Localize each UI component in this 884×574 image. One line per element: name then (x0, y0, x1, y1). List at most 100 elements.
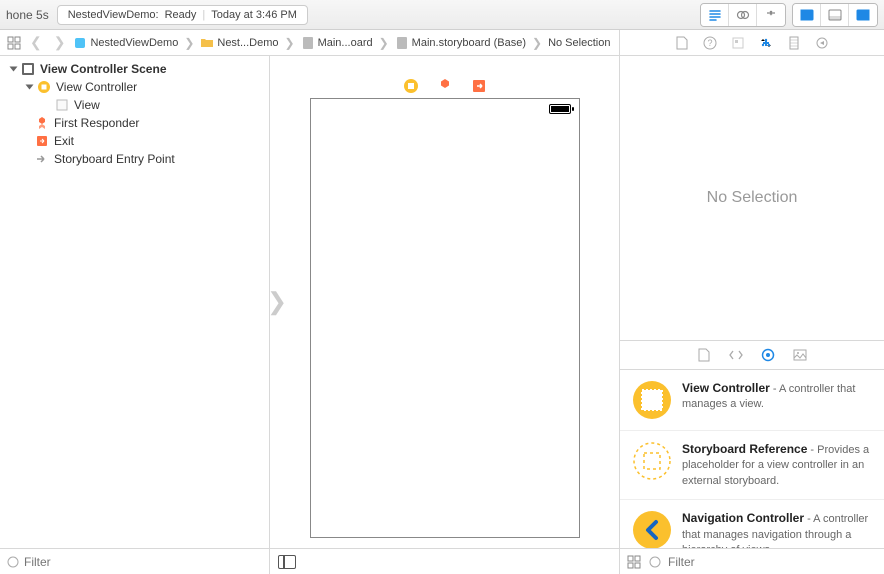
status-project: NestedViewDemo: (68, 9, 159, 21)
outline-filter-input[interactable] (24, 555, 263, 569)
nav-forward-button[interactable]: ❯ (50, 34, 70, 51)
library-item-text: Storyboard Reference - Provides a placeh… (682, 441, 872, 489)
crumb-project[interactable]: NestedViewDemo (73, 36, 178, 50)
exit-icon (34, 133, 50, 149)
object-library-list[interactable]: View Controller - A controller that mana… (620, 370, 884, 548)
crumb-separator: ❯ (285, 36, 295, 50)
editor-mode-group (700, 3, 786, 27)
scene-row[interactable]: View Controller Scene (0, 60, 269, 78)
object-library-tab[interactable] (760, 347, 776, 363)
dock-first-responder-icon[interactable] (437, 78, 453, 94)
inspector-tabs: ? (619, 30, 884, 55)
view-controller-icon (36, 79, 52, 95)
related-items-icon[interactable] (6, 35, 22, 51)
canvas-area: ❯ (270, 56, 619, 574)
crumb-project-label: NestedViewDemo (90, 37, 178, 49)
utilities-panel: No Selection View Controller - A control… (619, 56, 884, 574)
crumb-folder[interactable]: Nest...Demo (200, 36, 278, 50)
file-template-library-tab[interactable] (696, 347, 712, 363)
disclosure-triangle-icon[interactable] (8, 64, 18, 74)
dock-view-controller-icon[interactable] (403, 78, 419, 94)
library-item-text: Navigation Controller - A controller tha… (682, 510, 872, 548)
crumb-selection-label: No Selection (548, 37, 610, 49)
first-responder-icon (34, 115, 50, 131)
folder-icon (200, 36, 214, 50)
library-item-text: View Controller - A controller that mana… (682, 380, 872, 420)
library-view-controller-icon (632, 380, 672, 420)
file-inspector-tab[interactable] (674, 35, 690, 51)
connections-inspector-tab[interactable] (814, 35, 830, 51)
library-footer (620, 548, 884, 574)
scene-dock (310, 74, 580, 98)
status-separator: | (202, 9, 205, 21)
status-pill: NestedViewDemo: Ready | Today at 3:46 PM (57, 5, 308, 25)
library-item-title: Storyboard Reference (682, 442, 807, 456)
panel-toggle-group (792, 3, 878, 27)
filter-icon (648, 555, 662, 569)
entry-point-row[interactable]: Storyboard Entry Point (0, 150, 269, 168)
scene[interactable] (310, 74, 580, 538)
device-label: hone 5s (6, 8, 49, 22)
outline-resize-handle[interactable]: ❯ (267, 288, 287, 317)
crumb-folder-label: Nest...Demo (217, 37, 278, 49)
toggle-navigator-button[interactable] (793, 4, 821, 26)
outline-tree[interactable]: View Controller Scene View Controller Vi… (0, 56, 269, 548)
outline-filter-bar (0, 548, 269, 574)
toggle-debug-button[interactable] (821, 4, 849, 26)
crumb-file[interactable]: Main...oard (301, 36, 373, 50)
svg-text:?: ? (707, 38, 712, 48)
crumb-base-label: Main.storyboard (Base) (412, 37, 526, 49)
exit-label: Exit (54, 134, 74, 148)
crumb-separator: ❯ (379, 36, 389, 50)
identity-inspector-tab[interactable] (730, 35, 746, 51)
document-outline: View Controller Scene View Controller Vi… (0, 56, 270, 574)
view-controller-label: View Controller (56, 80, 137, 94)
library-item-title: View Controller (682, 381, 770, 395)
jump-bar: ❮ ❯ NestedViewDemo ❯ Nest...Demo ❯ Main.… (0, 30, 884, 56)
crumb-base[interactable]: Main.storyboard (Base) (395, 36, 526, 50)
library-item-storyboard-reference[interactable]: Storyboard Reference - Provides a placeh… (620, 431, 884, 500)
view-icon (54, 97, 70, 113)
crumb-file-label: Main...oard (318, 37, 373, 49)
quick-help-tab[interactable]: ? (702, 35, 718, 51)
attributes-inspector-tab[interactable] (758, 35, 774, 51)
library-nav-controller-icon (632, 510, 672, 548)
toggle-outline-button[interactable] (278, 555, 296, 569)
library-item-navigation-controller[interactable]: Navigation Controller - A controller tha… (620, 500, 884, 548)
view-label: View (74, 98, 100, 112)
storyboard-base-icon (395, 36, 409, 50)
library-item-view-controller[interactable]: View Controller - A controller that mana… (620, 370, 884, 431)
main-area: View Controller Scene View Controller Vi… (0, 56, 884, 574)
inspector-empty-state: No Selection (620, 56, 884, 340)
library-filter-input[interactable] (668, 555, 878, 569)
canvas-footer (270, 548, 619, 574)
simulated-status-bar (311, 99, 579, 119)
nav-back-button[interactable]: ❮ (26, 34, 46, 51)
view-row[interactable]: View (0, 96, 269, 114)
view-controller-row[interactable]: View Controller (0, 78, 269, 96)
size-inspector-tab[interactable] (786, 35, 802, 51)
library-storyboard-ref-icon (632, 441, 672, 481)
disclosure-triangle-icon[interactable] (24, 82, 34, 92)
library-item-title: Navigation Controller (682, 511, 804, 525)
no-selection-label: No Selection (707, 189, 798, 207)
assistant-editor-button[interactable] (729, 4, 757, 26)
view-controller-view[interactable] (310, 98, 580, 538)
exit-row[interactable]: Exit (0, 132, 269, 150)
entry-point-icon (34, 151, 50, 167)
library-view-mode-button[interactable] (626, 554, 642, 570)
media-library-tab[interactable] (792, 347, 808, 363)
canvas-body[interactable]: ❯ (270, 56, 619, 548)
dock-exit-icon[interactable] (471, 78, 487, 94)
version-editor-button[interactable] (757, 4, 785, 26)
scene-icon (20, 61, 36, 77)
code-snippet-library-tab[interactable] (728, 347, 744, 363)
status-time: Today at 3:46 PM (211, 9, 297, 21)
toggle-utilities-button[interactable] (849, 4, 877, 26)
standard-editor-button[interactable] (701, 4, 729, 26)
first-responder-row[interactable]: First Responder (0, 114, 269, 132)
filter-icon (6, 555, 20, 569)
crumb-separator: ❯ (532, 36, 542, 50)
crumb-selection[interactable]: No Selection (548, 37, 610, 49)
battery-icon (549, 104, 571, 114)
